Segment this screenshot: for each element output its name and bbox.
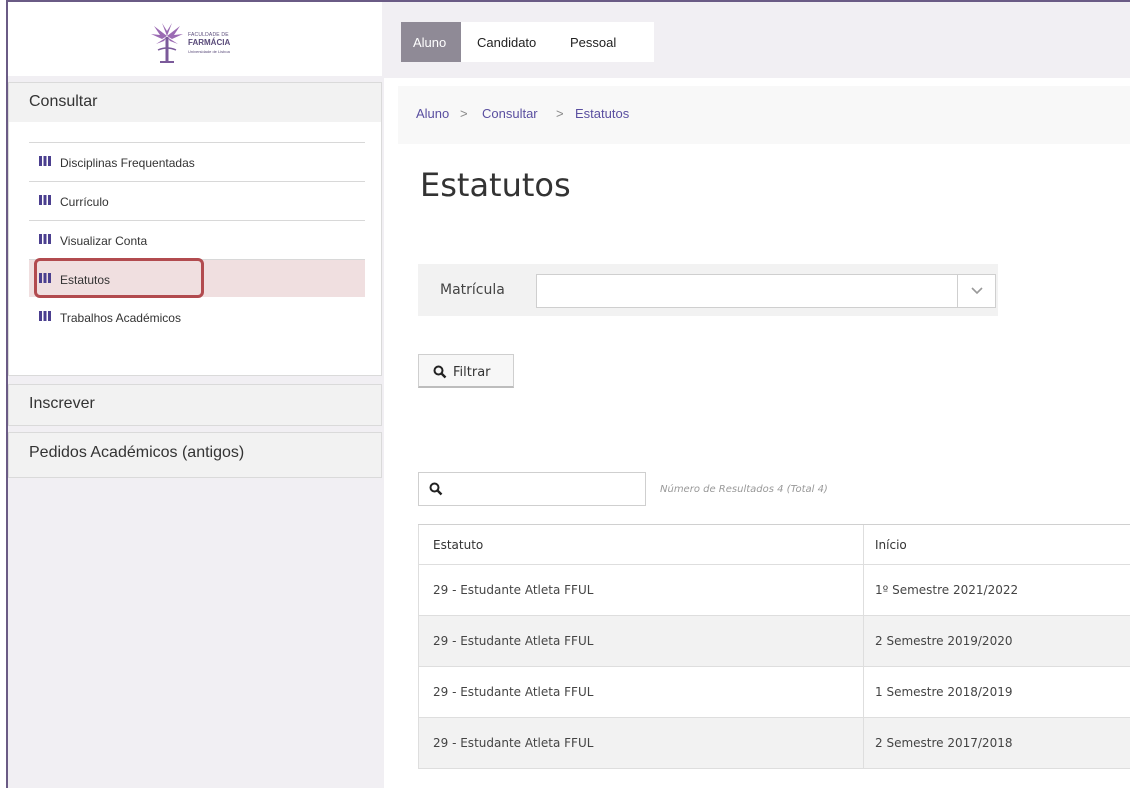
filter-row: Matrícula <box>418 264 998 316</box>
grid-icon <box>39 195 51 205</box>
faculty-logo[interactable]: FACULDADE DE FARMÁCIA Universidade de Li… <box>150 23 270 72</box>
top-nav: Aluno Candidato Pessoal <box>384 2 1130 78</box>
filter-button[interactable]: Filtrar <box>418 354 514 388</box>
results-count: Número de Resultados 4 (Total 4) <box>660 484 828 495</box>
cell-estatuto: 29 - Estudante Atleta FFUL <box>433 685 594 699</box>
filter-button-label: Filtrar <box>453 365 491 380</box>
cell-estatuto: 29 - Estudante Atleta FFUL <box>433 583 594 597</box>
grid-icon <box>39 234 51 244</box>
sidebar-item-label: Disciplinas Frequentadas <box>60 156 195 170</box>
breadcrumb-separator: > <box>460 106 468 121</box>
cell-inicio: 2 Semestre 2017/2018 <box>875 736 1013 750</box>
tab-pessoal[interactable]: Pessoal <box>554 22 654 62</box>
table-row: 29 - Estudante Atleta FFUL 1 Semestre 20… <box>418 667 1130 718</box>
column-divider <box>863 565 864 615</box>
sidebar-item-disciplinas-frequentadas[interactable]: Disciplinas Frequentadas <box>29 142 365 180</box>
search-icon <box>429 482 443 496</box>
column-divider <box>863 718 864 768</box>
palm-tree-icon <box>151 23 183 63</box>
matricula-select[interactable] <box>536 274 996 308</box>
cell-inicio: 2 Semestre 2019/2020 <box>875 634 1013 648</box>
dropdown-toggle[interactable] <box>957 275 995 307</box>
table-header-row: Estatuto Início <box>418 525 1130 565</box>
section-consultar-label: Consultar <box>29 93 98 110</box>
consultar-panel: Disciplinas Frequentadas Currículo Visua… <box>8 122 382 376</box>
matricula-label: Matrícula <box>440 282 505 298</box>
sidebar-item-curriculo[interactable]: Currículo <box>29 181 365 219</box>
breadcrumb-separator: > <box>556 106 564 121</box>
section-pedidos-academicos[interactable]: Pedidos Académicos (antigos) <box>8 432 382 478</box>
section-inscrever[interactable]: Inscrever <box>8 384 382 426</box>
column-divider <box>863 616 864 666</box>
tab-label: Pessoal <box>570 35 617 50</box>
highlight-box <box>34 258 204 298</box>
section-inscrever-label: Inscrever <box>29 395 95 412</box>
search-icon <box>433 365 447 379</box>
logo-line3: Universidade de Lisboa <box>188 49 230 54</box>
sidebar-item-label: Visualizar Conta <box>60 234 148 248</box>
table-row: 29 - Estudante Atleta FFUL 2 Semestre 20… <box>418 616 1130 667</box>
sidebar-item-visualizar-conta[interactable]: Visualizar Conta <box>29 220 365 258</box>
logo-line2: FARMÁCIA <box>188 38 231 47</box>
estatutos-table: Estatuto Início 29 - Estudante Atleta FF… <box>418 524 1130 769</box>
section-consultar[interactable]: Consultar <box>8 82 382 123</box>
sidebar-item-label: Currículo <box>60 195 109 209</box>
column-divider <box>863 667 864 717</box>
grid-icon <box>39 156 51 166</box>
tab-label: Aluno <box>413 35 447 50</box>
column-divider <box>863 525 864 564</box>
main-content: Aluno Candidato Pessoal Aluno > Consulta… <box>384 2 1130 788</box>
page-title: Estatutos <box>420 166 571 204</box>
breadcrumb-item-estatutos[interactable]: Estatutos <box>575 106 629 121</box>
chevron-down-icon <box>971 287 983 295</box>
logo-area: FACULDADE DE FARMÁCIA Universidade de Li… <box>8 2 382 76</box>
grid-icon <box>39 311 51 321</box>
column-header-inicio[interactable]: Início <box>875 525 907 564</box>
cell-estatuto: 29 - Estudante Atleta FFUL <box>433 736 594 750</box>
sidebar-item-label: Trabalhos Académicos <box>60 311 181 325</box>
table-row: 29 - Estudante Atleta FFUL 2 Semestre 20… <box>418 718 1130 769</box>
tab-candidato[interactable]: Candidato <box>461 22 554 62</box>
table-search-input[interactable] <box>418 472 646 506</box>
sidebar-item-trabalhos-academicos[interactable]: Trabalhos Académicos <box>29 298 365 336</box>
cell-inicio: 1 Semestre 2018/2019 <box>875 685 1013 699</box>
tab-aluno[interactable]: Aluno <box>401 22 461 62</box>
breadcrumb-item-consultar[interactable]: Consultar <box>482 106 538 121</box>
cell-inicio: 1º Semestre 2021/2022 <box>875 583 1019 597</box>
table-row: 29 - Estudante Atleta FFUL 1º Semestre 2… <box>418 565 1130 616</box>
sidebar: FACULDADE DE FARMÁCIA Universidade de Li… <box>8 2 382 788</box>
breadcrumb-item-aluno[interactable]: Aluno <box>416 106 449 121</box>
cell-estatuto: 29 - Estudante Atleta FFUL <box>433 634 594 648</box>
section-pedidos-label: Pedidos Académicos (antigos) <box>29 444 245 461</box>
breadcrumb: Aluno > Consultar > Estatutos <box>398 86 1130 144</box>
tab-label: Candidato <box>477 35 537 50</box>
column-header-estatuto[interactable]: Estatuto <box>433 525 483 564</box>
